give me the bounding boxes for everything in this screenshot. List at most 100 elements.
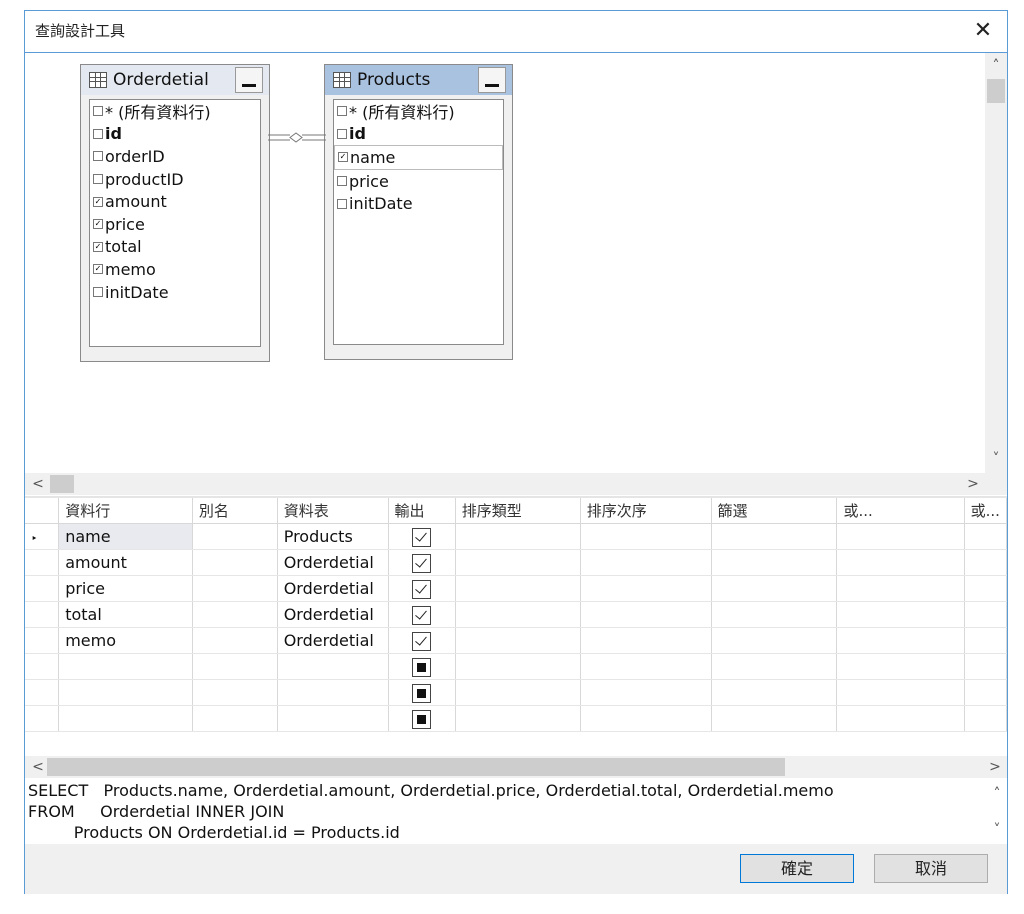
table-header[interactable]: Products — [325, 65, 512, 95]
row-indicator[interactable]: ‣ — [25, 523, 60, 550]
row-indicator[interactable] — [25, 549, 60, 576]
cell-alias[interactable] — [192, 705, 278, 732]
cell-table[interactable] — [277, 705, 389, 732]
checked-checkbox-icon[interactable]: ✓ — [93, 264, 103, 275]
column-item[interactable]: price — [334, 170, 503, 193]
checkbox-icon[interactable] — [337, 128, 347, 139]
checkbox-icon[interactable] — [93, 128, 103, 139]
cell-or-1[interactable] — [836, 575, 965, 602]
diagram-vertical-scrollbar[interactable]: ˄ ˅ — [985, 53, 1007, 473]
cell-output[interactable] — [388, 627, 456, 654]
output-checkbox-checked[interactable] — [412, 631, 432, 651]
cell-table[interactable] — [277, 679, 389, 706]
checkbox-icon[interactable] — [337, 176, 347, 187]
cell-sort-type[interactable] — [455, 705, 581, 732]
grid-row[interactable] — [25, 705, 1008, 732]
cell-alias[interactable] — [192, 653, 278, 680]
cell-sort-type[interactable] — [455, 601, 581, 628]
checkbox-icon[interactable] — [93, 151, 103, 162]
cell-sort-order[interactable] — [580, 601, 712, 628]
cell-or-2[interactable] — [964, 653, 1008, 680]
cell-column[interactable]: name — [58, 523, 193, 550]
cell-alias[interactable] — [192, 549, 278, 576]
cell-filter[interactable] — [711, 575, 838, 602]
cell-sort-type[interactable] — [455, 523, 581, 550]
column-item[interactable]: productID — [90, 168, 260, 191]
column-item[interactable]: id — [334, 123, 503, 146]
column-item[interactable]: ✓ amount — [90, 190, 260, 213]
scroll-thumb[interactable] — [50, 475, 74, 493]
cell-or-1[interactable] — [836, 679, 965, 706]
output-checkbox-indeterminate[interactable] — [412, 683, 432, 703]
sql-vertical-scrollbar[interactable]: ˄ ˅ — [987, 780, 1007, 844]
column-item[interactable]: initDate — [334, 192, 503, 215]
cell-sort-order[interactable] — [580, 705, 712, 732]
cell-or-2[interactable] — [964, 549, 1008, 576]
cell-sort-order[interactable] — [580, 653, 712, 680]
column-item[interactable]: ✓ price — [90, 213, 260, 236]
cell-or-1[interactable] — [836, 523, 965, 550]
cell-or-1[interactable] — [836, 653, 965, 680]
cell-output[interactable] — [388, 653, 456, 680]
cell-output[interactable] — [388, 705, 456, 732]
grid-row[interactable]: amount Orderdetial — [25, 549, 1008, 576]
cell-output[interactable] — [388, 523, 456, 550]
scroll-left-icon[interactable]: < — [28, 474, 48, 494]
cell-output[interactable] — [388, 679, 456, 706]
cell-or-2[interactable] — [964, 601, 1008, 628]
checkbox-icon[interactable] — [93, 106, 103, 117]
cell-or-1[interactable] — [836, 601, 965, 628]
checkbox-icon[interactable] — [337, 106, 347, 117]
cell-or-2[interactable] — [964, 679, 1008, 706]
diagram-horizontal-scrollbar[interactable]: < > — [25, 473, 1007, 495]
header-filter[interactable]: 篩選 — [711, 498, 838, 524]
row-indicator[interactable] — [25, 705, 60, 732]
cell-output[interactable] — [388, 601, 456, 628]
output-checkbox-checked[interactable] — [412, 527, 432, 547]
cell-filter[interactable] — [711, 653, 838, 680]
cell-column[interactable]: amount — [58, 549, 193, 576]
cell-sort-order[interactable] — [580, 549, 712, 576]
cell-sort-order[interactable] — [580, 575, 712, 602]
output-checkbox-checked[interactable] — [412, 605, 432, 625]
cell-table[interactable]: Orderdetial — [277, 601, 389, 628]
checkbox-icon[interactable] — [93, 174, 103, 185]
cell-column[interactable]: price — [58, 575, 193, 602]
output-checkbox-checked[interactable] — [412, 579, 432, 599]
cell-sort-type[interactable] — [455, 575, 581, 602]
scroll-down-icon[interactable]: ˅ — [987, 820, 1007, 840]
close-button[interactable]: ✕ — [968, 16, 998, 46]
cell-sort-order[interactable] — [580, 679, 712, 706]
cell-table[interactable]: Orderdetial — [277, 549, 389, 576]
table-products[interactable]: Products * (所有資料行) id ✓ name price initDate — [324, 64, 513, 360]
header-or-2[interactable]: 或... — [964, 498, 1008, 524]
criteria-grid[interactable]: 資料行 別名 資料表 輸出 排序類型 排序次序 篩選 或... 或... ‣ na… — [25, 498, 1008, 758]
cell-or-2[interactable] — [964, 627, 1008, 654]
scroll-left-icon[interactable]: < — [28, 757, 48, 777]
row-indicator[interactable] — [25, 575, 60, 602]
cell-table[interactable]: Orderdetial — [277, 627, 389, 654]
ok-button[interactable]: 確定 — [740, 854, 854, 883]
table-header[interactable]: Orderdetial — [81, 65, 269, 95]
row-indicator[interactable] — [25, 601, 60, 628]
grid-row[interactable]: ‣ name Products — [25, 523, 1008, 550]
column-item[interactable]: ✓ total — [90, 236, 260, 259]
header-output[interactable]: 輸出 — [388, 498, 456, 524]
checkbox-icon[interactable] — [93, 287, 103, 298]
cell-column[interactable]: memo — [58, 627, 193, 654]
cell-column[interactable] — [58, 653, 193, 680]
cell-or-1[interactable] — [836, 627, 965, 654]
row-indicator[interactable] — [25, 679, 60, 706]
cell-filter[interactable] — [711, 523, 838, 550]
cell-output[interactable] — [388, 549, 456, 576]
cell-column[interactable] — [58, 705, 193, 732]
cell-sort-order[interactable] — [580, 523, 712, 550]
header-sort-order[interactable]: 排序次序 — [580, 498, 712, 524]
grid-row[interactable]: price Orderdetial — [25, 575, 1008, 602]
cell-alias[interactable] — [192, 601, 278, 628]
output-checkbox-checked[interactable] — [412, 553, 432, 573]
scroll-down-icon[interactable]: ˅ — [986, 449, 1006, 469]
column-item[interactable]: id — [90, 123, 260, 146]
minimize-icon[interactable] — [478, 67, 506, 93]
cell-table[interactable] — [277, 653, 389, 680]
